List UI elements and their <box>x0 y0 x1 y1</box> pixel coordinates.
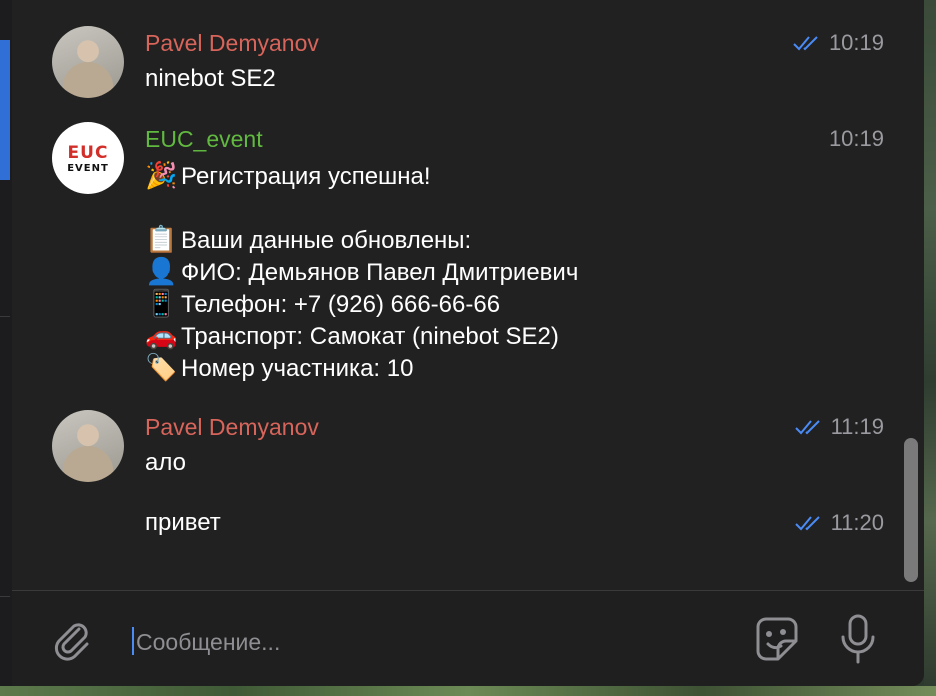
line-text: Транспорт: Самокат (ninebot SE2) <box>181 323 559 350</box>
scrollbar-thumb[interactable] <box>904 438 918 582</box>
desktop-divider <box>0 596 10 597</box>
double-check-icon <box>794 516 820 531</box>
desktop-left-strip <box>0 0 12 696</box>
message-line: 🏷️ Номер участника: 10 <box>145 351 413 385</box>
message-line: 📱 Телефон: +7 (926) 666-66-66 <box>145 287 500 321</box>
message-line: 🎉 Регистрация успешна! <box>145 159 431 193</box>
line-text: Телефон: +7 (926) 666-66-66 <box>181 291 501 318</box>
message-list[interactable]: Pavel Demyanov ninebot SE2 10:19 EUC EVE… <box>12 0 924 590</box>
double-check-icon <box>793 36 818 51</box>
person-icon: 👤 <box>145 256 178 286</box>
clipboard-icon: 📋 <box>145 224 178 254</box>
avatar-pavel[interactable] <box>52 26 124 98</box>
sender-name[interactable]: Pavel Demyanov <box>145 30 319 57</box>
message-time-row: 10:19 <box>793 30 884 56</box>
double-check-icon <box>794 420 820 435</box>
message-text: ало <box>145 449 186 476</box>
avatar-euc-event[interactable]: EUC EVENT <box>52 122 124 194</box>
desktop-right-strip <box>924 0 936 696</box>
desktop-left-accent <box>0 40 10 180</box>
message-line: 🚗 Транспорт: Самокат (ninebot SE2) <box>145 319 559 353</box>
line-text: Регистрация успешна! <box>181 163 431 190</box>
desktop-divider <box>0 316 10 317</box>
sender-name[interactable]: EUC_event <box>145 126 263 153</box>
message-time: 10:19 <box>828 126 884 151</box>
message-time-row: 11:20 <box>794 510 884 536</box>
message-time-row: 11:19 <box>794 414 884 440</box>
line-text: ФИО: Демьянов Павел Дмитриевич <box>181 259 579 286</box>
chat-window: Pavel Demyanov ninebot SE2 10:19 EUC EVE… <box>12 0 924 686</box>
message-line: 📋 Ваши данные обновлены: <box>145 223 471 257</box>
message-text: ninebot SE2 <box>145 65 276 92</box>
logo-text-top: EUC <box>67 143 109 163</box>
desktop-bottom-strip <box>0 686 936 696</box>
message-line: 👤 ФИО: Демьянов Павел Дмитриевич <box>145 255 578 289</box>
line-text: Ваши данные обновлены: <box>181 227 472 254</box>
line-text: Номер участника: 10 <box>181 355 414 382</box>
label-tag-icon: 🏷️ <box>145 352 178 382</box>
party-popper-icon: 🎉 <box>145 160 178 190</box>
message-composer <box>12 590 924 686</box>
paperclip-icon[interactable] <box>48 615 94 661</box>
phone-icon: 📱 <box>145 288 178 318</box>
message-time: 11:20 <box>830 510 884 535</box>
message-time: 11:19 <box>830 414 884 439</box>
sticker-icon[interactable] <box>750 613 802 665</box>
message-time: 10:19 <box>828 30 884 55</box>
microphone-icon[interactable] <box>838 613 878 665</box>
avatar-pavel[interactable] <box>52 410 124 482</box>
logo-text-bottom: EVENT <box>67 163 109 174</box>
message-time-row: 10:19 <box>829 126 884 152</box>
message-input[interactable] <box>134 621 738 663</box>
sender-name[interactable]: Pavel Demyanov <box>145 414 319 441</box>
message-text: привет <box>145 509 221 536</box>
car-icon: 🚗 <box>145 320 178 350</box>
